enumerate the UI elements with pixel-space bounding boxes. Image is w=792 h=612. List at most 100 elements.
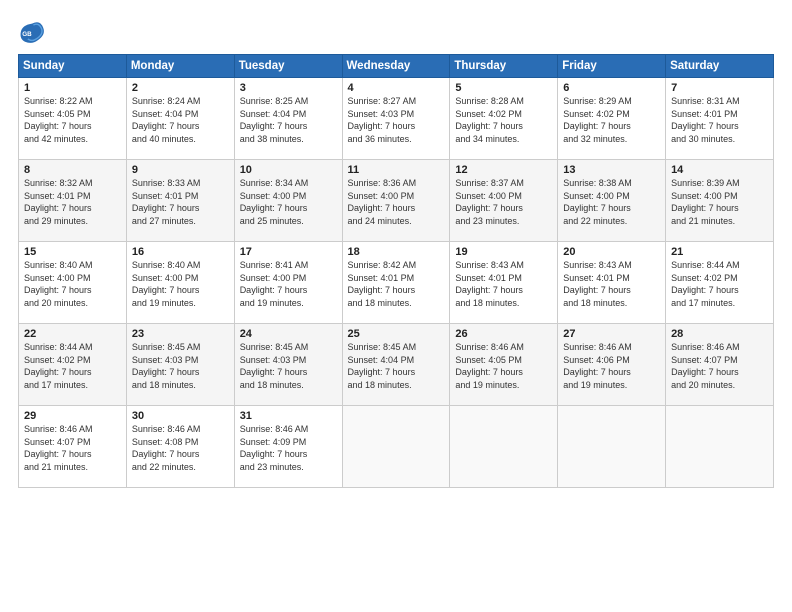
day-number: 14 bbox=[671, 164, 768, 176]
day-number: 18 bbox=[348, 246, 445, 258]
calendar-cell bbox=[666, 406, 774, 488]
day-info: Sunrise: 8:46 AM Sunset: 4:06 PM Dayligh… bbox=[563, 341, 660, 391]
day-number: 31 bbox=[240, 410, 337, 422]
day-number: 12 bbox=[455, 164, 552, 176]
calendar-header-row: SundayMondayTuesdayWednesdayThursdayFrid… bbox=[19, 55, 774, 78]
calendar-cell: 29Sunrise: 8:46 AM Sunset: 4:07 PM Dayli… bbox=[19, 406, 127, 488]
day-number: 22 bbox=[24, 328, 121, 340]
day-info: Sunrise: 8:45 AM Sunset: 4:03 PM Dayligh… bbox=[132, 341, 229, 391]
day-number: 5 bbox=[455, 82, 552, 94]
calendar-cell: 4Sunrise: 8:27 AM Sunset: 4:03 PM Daylig… bbox=[342, 78, 450, 160]
day-number: 25 bbox=[348, 328, 445, 340]
day-number: 21 bbox=[671, 246, 768, 258]
calendar-week-1: 1Sunrise: 8:22 AM Sunset: 4:05 PM Daylig… bbox=[19, 78, 774, 160]
day-number: 4 bbox=[348, 82, 445, 94]
day-number: 23 bbox=[132, 328, 229, 340]
day-number: 17 bbox=[240, 246, 337, 258]
day-info: Sunrise: 8:40 AM Sunset: 4:00 PM Dayligh… bbox=[24, 259, 121, 309]
col-header-tuesday: Tuesday bbox=[234, 55, 342, 78]
col-header-monday: Monday bbox=[126, 55, 234, 78]
logo-icon: GB bbox=[18, 18, 46, 46]
day-number: 6 bbox=[563, 82, 660, 94]
day-number: 7 bbox=[671, 82, 768, 94]
page: GB SundayMondayTuesdayWednesdayThursdayF… bbox=[0, 0, 792, 612]
day-number: 2 bbox=[132, 82, 229, 94]
day-info: Sunrise: 8:24 AM Sunset: 4:04 PM Dayligh… bbox=[132, 95, 229, 145]
calendar-table: SundayMondayTuesdayWednesdayThursdayFrid… bbox=[18, 54, 774, 488]
day-info: Sunrise: 8:46 AM Sunset: 4:05 PM Dayligh… bbox=[455, 341, 552, 391]
calendar-cell: 28Sunrise: 8:46 AM Sunset: 4:07 PM Dayli… bbox=[666, 324, 774, 406]
day-info: Sunrise: 8:45 AM Sunset: 4:03 PM Dayligh… bbox=[240, 341, 337, 391]
calendar-cell: 31Sunrise: 8:46 AM Sunset: 4:09 PM Dayli… bbox=[234, 406, 342, 488]
day-info: Sunrise: 8:28 AM Sunset: 4:02 PM Dayligh… bbox=[455, 95, 552, 145]
day-info: Sunrise: 8:37 AM Sunset: 4:00 PM Dayligh… bbox=[455, 177, 552, 227]
logo: GB bbox=[18, 18, 50, 46]
day-number: 15 bbox=[24, 246, 121, 258]
col-header-wednesday: Wednesday bbox=[342, 55, 450, 78]
day-info: Sunrise: 8:40 AM Sunset: 4:00 PM Dayligh… bbox=[132, 259, 229, 309]
day-info: Sunrise: 8:31 AM Sunset: 4:01 PM Dayligh… bbox=[671, 95, 768, 145]
header: GB bbox=[18, 18, 774, 46]
svg-text:GB: GB bbox=[22, 31, 32, 38]
calendar-week-5: 29Sunrise: 8:46 AM Sunset: 4:07 PM Dayli… bbox=[19, 406, 774, 488]
day-number: 26 bbox=[455, 328, 552, 340]
calendar-cell: 27Sunrise: 8:46 AM Sunset: 4:06 PM Dayli… bbox=[558, 324, 666, 406]
col-header-sunday: Sunday bbox=[19, 55, 127, 78]
calendar-cell: 3Sunrise: 8:25 AM Sunset: 4:04 PM Daylig… bbox=[234, 78, 342, 160]
calendar-cell: 21Sunrise: 8:44 AM Sunset: 4:02 PM Dayli… bbox=[666, 242, 774, 324]
day-info: Sunrise: 8:45 AM Sunset: 4:04 PM Dayligh… bbox=[348, 341, 445, 391]
day-info: Sunrise: 8:44 AM Sunset: 4:02 PM Dayligh… bbox=[671, 259, 768, 309]
calendar-cell: 10Sunrise: 8:34 AM Sunset: 4:00 PM Dayli… bbox=[234, 160, 342, 242]
calendar-cell: 24Sunrise: 8:45 AM Sunset: 4:03 PM Dayli… bbox=[234, 324, 342, 406]
calendar-cell: 5Sunrise: 8:28 AM Sunset: 4:02 PM Daylig… bbox=[450, 78, 558, 160]
day-info: Sunrise: 8:46 AM Sunset: 4:09 PM Dayligh… bbox=[240, 423, 337, 473]
calendar-cell: 14Sunrise: 8:39 AM Sunset: 4:00 PM Dayli… bbox=[666, 160, 774, 242]
day-info: Sunrise: 8:38 AM Sunset: 4:00 PM Dayligh… bbox=[563, 177, 660, 227]
day-info: Sunrise: 8:25 AM Sunset: 4:04 PM Dayligh… bbox=[240, 95, 337, 145]
col-header-saturday: Saturday bbox=[666, 55, 774, 78]
day-info: Sunrise: 8:46 AM Sunset: 4:07 PM Dayligh… bbox=[24, 423, 121, 473]
day-number: 27 bbox=[563, 328, 660, 340]
day-info: Sunrise: 8:34 AM Sunset: 4:00 PM Dayligh… bbox=[240, 177, 337, 227]
day-number: 28 bbox=[671, 328, 768, 340]
calendar-cell: 16Sunrise: 8:40 AM Sunset: 4:00 PM Dayli… bbox=[126, 242, 234, 324]
day-info: Sunrise: 8:36 AM Sunset: 4:00 PM Dayligh… bbox=[348, 177, 445, 227]
col-header-friday: Friday bbox=[558, 55, 666, 78]
day-info: Sunrise: 8:27 AM Sunset: 4:03 PM Dayligh… bbox=[348, 95, 445, 145]
day-info: Sunrise: 8:46 AM Sunset: 4:07 PM Dayligh… bbox=[671, 341, 768, 391]
day-info: Sunrise: 8:46 AM Sunset: 4:08 PM Dayligh… bbox=[132, 423, 229, 473]
col-header-thursday: Thursday bbox=[450, 55, 558, 78]
day-number: 1 bbox=[24, 82, 121, 94]
calendar-cell: 22Sunrise: 8:44 AM Sunset: 4:02 PM Dayli… bbox=[19, 324, 127, 406]
day-number: 16 bbox=[132, 246, 229, 258]
day-number: 13 bbox=[563, 164, 660, 176]
calendar-cell bbox=[450, 406, 558, 488]
calendar-cell bbox=[558, 406, 666, 488]
day-info: Sunrise: 8:33 AM Sunset: 4:01 PM Dayligh… bbox=[132, 177, 229, 227]
day-info: Sunrise: 8:29 AM Sunset: 4:02 PM Dayligh… bbox=[563, 95, 660, 145]
day-info: Sunrise: 8:39 AM Sunset: 4:00 PM Dayligh… bbox=[671, 177, 768, 227]
calendar-cell: 1Sunrise: 8:22 AM Sunset: 4:05 PM Daylig… bbox=[19, 78, 127, 160]
calendar-week-4: 22Sunrise: 8:44 AM Sunset: 4:02 PM Dayli… bbox=[19, 324, 774, 406]
day-info: Sunrise: 8:43 AM Sunset: 4:01 PM Dayligh… bbox=[455, 259, 552, 309]
day-info: Sunrise: 8:44 AM Sunset: 4:02 PM Dayligh… bbox=[24, 341, 121, 391]
day-number: 19 bbox=[455, 246, 552, 258]
calendar-cell bbox=[342, 406, 450, 488]
day-number: 11 bbox=[348, 164, 445, 176]
calendar-cell: 18Sunrise: 8:42 AM Sunset: 4:01 PM Dayli… bbox=[342, 242, 450, 324]
calendar-cell: 6Sunrise: 8:29 AM Sunset: 4:02 PM Daylig… bbox=[558, 78, 666, 160]
calendar-week-2: 8Sunrise: 8:32 AM Sunset: 4:01 PM Daylig… bbox=[19, 160, 774, 242]
day-info: Sunrise: 8:32 AM Sunset: 4:01 PM Dayligh… bbox=[24, 177, 121, 227]
calendar-cell: 13Sunrise: 8:38 AM Sunset: 4:00 PM Dayli… bbox=[558, 160, 666, 242]
calendar-cell: 23Sunrise: 8:45 AM Sunset: 4:03 PM Dayli… bbox=[126, 324, 234, 406]
day-info: Sunrise: 8:42 AM Sunset: 4:01 PM Dayligh… bbox=[348, 259, 445, 309]
day-number: 29 bbox=[24, 410, 121, 422]
calendar-cell: 17Sunrise: 8:41 AM Sunset: 4:00 PM Dayli… bbox=[234, 242, 342, 324]
day-number: 3 bbox=[240, 82, 337, 94]
calendar-cell: 12Sunrise: 8:37 AM Sunset: 4:00 PM Dayli… bbox=[450, 160, 558, 242]
day-number: 30 bbox=[132, 410, 229, 422]
day-number: 10 bbox=[240, 164, 337, 176]
calendar-cell: 11Sunrise: 8:36 AM Sunset: 4:00 PM Dayli… bbox=[342, 160, 450, 242]
day-info: Sunrise: 8:43 AM Sunset: 4:01 PM Dayligh… bbox=[563, 259, 660, 309]
day-number: 20 bbox=[563, 246, 660, 258]
